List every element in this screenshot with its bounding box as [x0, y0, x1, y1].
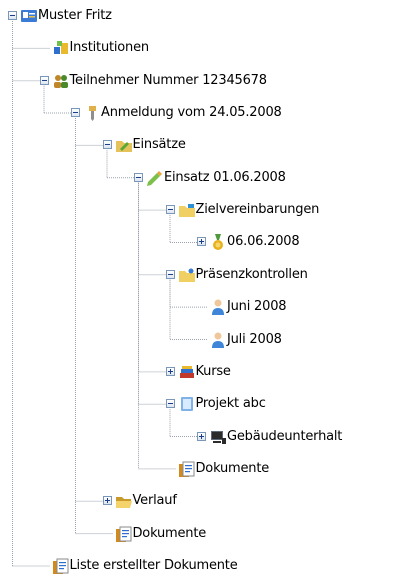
tree-node-label: Juli 2008	[227, 331, 282, 347]
goals-folder-icon	[178, 201, 196, 219]
collapse-toggle-icon[interactable]	[102, 140, 112, 150]
tree-view: Muster Fritz Institutionen Teilnehmer Numm…	[0, 0, 400, 574]
open-folder-icon	[115, 492, 133, 510]
assignment-pencil-icon	[146, 169, 164, 187]
person-icon	[209, 298, 227, 316]
tree-node-label: Kurse	[195, 363, 231, 379]
tree-node-label: 06.06.2008	[227, 234, 300, 250]
institution-blocks-icon	[52, 39, 70, 57]
tree-node-label: Institutionen	[69, 40, 150, 56]
expand-toggle-icon[interactable]	[197, 237, 206, 247]
expand-toggle-icon[interactable]	[165, 366, 175, 376]
tree-node-label: Anmeldung vom 24.05.2008	[101, 105, 282, 121]
expand-toggle-icon[interactable]	[197, 431, 206, 441]
tree-node-label: Teilnehmer Nummer 12345678	[69, 72, 268, 88]
tree-node-label: Projekt abc	[195, 396, 266, 412]
document-icon	[178, 460, 196, 478]
collapse-toggle-icon[interactable]	[165, 269, 175, 279]
participants-group-icon	[52, 72, 70, 90]
tree-node-label: Gebäudeunterhalt	[227, 428, 343, 444]
collapse-toggle-icon[interactable]	[165, 399, 175, 409]
document-icon	[52, 557, 70, 575]
project-icon	[178, 395, 196, 413]
tree-node-label: Präsenzkontrollen	[195, 266, 308, 282]
tree-node-label: Einsatz 01.06.2008	[164, 169, 286, 185]
collapse-toggle-icon[interactable]	[71, 108, 80, 118]
tree-node-label: Zielvereinbarungen	[195, 202, 320, 218]
tree-node-label: Dokumente	[195, 460, 270, 476]
tree-node-label: Muster Fritz	[38, 8, 112, 23]
tree-node-label: Juni 2008	[227, 299, 287, 315]
collapse-toggle-icon[interactable]	[165, 205, 175, 215]
tree-node-label: Liste erstellter Dokumente	[69, 557, 238, 573]
document-icon	[115, 525, 133, 543]
assignments-folder-icon	[115, 136, 133, 154]
collapse-toggle-icon[interactable]	[39, 75, 49, 85]
expand-toggle-icon[interactable]	[102, 496, 112, 506]
medal-icon	[209, 233, 227, 251]
person-card-icon	[20, 7, 38, 25]
computer-icon	[209, 428, 227, 446]
books-icon	[178, 363, 196, 381]
tree-node-label: Verlauf	[132, 493, 177, 509]
collapse-toggle-icon[interactable]	[8, 11, 17, 20]
attendance-folder-icon	[178, 266, 196, 284]
tree-node-label: Dokumente	[132, 525, 207, 541]
registration-pin-icon	[83, 104, 101, 122]
collapse-toggle-icon[interactable]	[134, 172, 143, 182]
tree-node-label: Einsätze	[132, 137, 186, 153]
person-icon	[209, 331, 227, 349]
